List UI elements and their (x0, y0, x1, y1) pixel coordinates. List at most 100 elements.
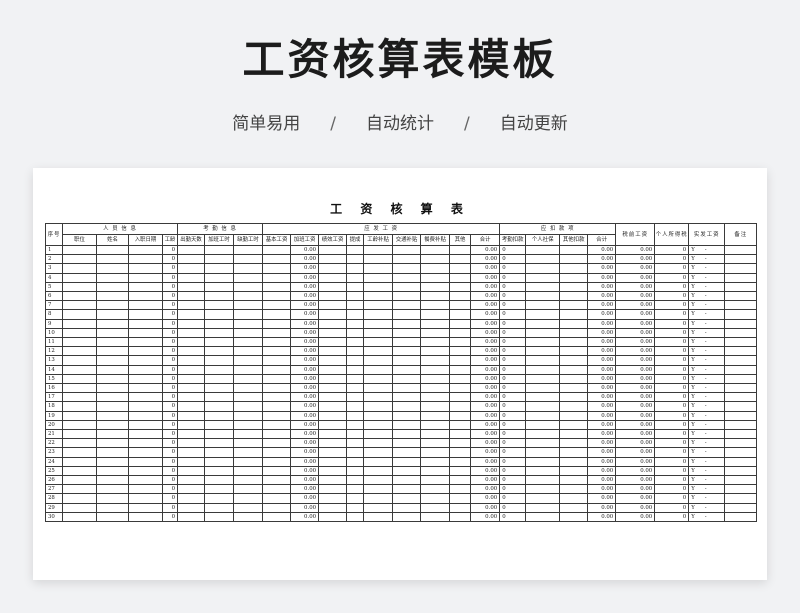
cell-net-pay: Y- (688, 346, 726, 357)
cell-seq: 12 (45, 346, 63, 357)
cell-payable-total: 0.00 (470, 327, 501, 339)
header-deductions: 应 扣 款 项 (499, 223, 617, 235)
cell-name (96, 419, 129, 431)
cell-other-deduction (559, 456, 589, 467)
cell-position (62, 383, 97, 394)
cell-overtime-pay: 0.00 (290, 300, 320, 311)
cell-base-salary (262, 254, 292, 265)
subtitle-item-easy: 简单易用 (232, 114, 301, 134)
cell-income-tax: 0 (654, 502, 690, 513)
cell-position (62, 309, 97, 320)
cell-transport-allowance (392, 401, 422, 412)
cell-name (96, 401, 129, 412)
cell-absence-hours (233, 373, 264, 385)
cell-performance-pay (318, 410, 348, 421)
cell-pretax: 0.00 (615, 364, 656, 375)
cell-attendance-deduction: 0 (499, 438, 527, 449)
cell-deduction-total: 0.00 (587, 475, 617, 486)
subheader-seniority-allowance: 工龄补贴 (363, 234, 394, 246)
cell-net-pay: Y- (688, 465, 726, 477)
cell-net-pay: Y- (688, 484, 726, 495)
cell-overtime-hours (204, 346, 235, 357)
subheader-absence-hours: 缺勤工时 (233, 234, 264, 246)
cell-note (724, 465, 758, 477)
cell-seq: 2 (45, 254, 63, 265)
cell-attendance-days (177, 502, 206, 513)
cell-seniority: 0 (161, 511, 179, 523)
net-pay-value: - (704, 458, 707, 465)
currency-symbol: Y (691, 385, 695, 392)
cell-seniority: 0 (161, 254, 179, 265)
cell-base-salary (262, 272, 292, 283)
subtitle: 简单易用 / 自动统计 / 自动更新 (0, 112, 800, 136)
cell-seq: 18 (45, 401, 63, 412)
table-row: 17 0 0.00 0.00 0 0.00 0.00 0 Y - (45, 392, 758, 403)
currency-symbol: Y (691, 293, 695, 300)
cell-income-tax: 0 (654, 244, 690, 256)
cell-seniority-allowance (363, 511, 394, 523)
cell-base-salary (262, 355, 292, 366)
cell-other (449, 493, 472, 504)
cell-payable-total: 0.00 (470, 465, 501, 477)
spreadsheet-preview: 工 资 核 算 表 序号 人 员 信 息 考 勤 信 息 应 发 工 资 应 扣… (33, 168, 767, 580)
net-pay-value: - (704, 513, 707, 520)
cell-seniority-allowance (363, 309, 394, 320)
table-row: 13 0 0.00 0.00 0 0.00 0.00 0 Y - (45, 355, 758, 366)
cell-overtime-pay: 0.00 (290, 511, 320, 523)
cell-position (62, 410, 97, 421)
cell-overtime-hours (204, 401, 235, 412)
cell-deduction-total: 0.00 (587, 502, 617, 513)
cell-attendance-days (177, 373, 206, 385)
cell-net-pay: Y- (688, 447, 726, 458)
cell-payable-total: 0.00 (470, 447, 501, 458)
cell-seniority-allowance (363, 318, 394, 329)
cell-name (96, 484, 129, 495)
subheader-attendance-deduction: 考勤扣款 (499, 234, 527, 246)
cell-net-pay: Y- (688, 309, 726, 320)
cell-performance-pay (318, 502, 348, 513)
currency-symbol: Y (691, 320, 695, 327)
cell-attendance-days (177, 392, 206, 403)
cell-deduction-total: 0.00 (587, 429, 617, 440)
subtitle-item-auto-stat: 自动统计 (366, 114, 434, 134)
cell-social-insurance (525, 281, 561, 293)
cell-absence-hours (233, 383, 264, 394)
cell-name (96, 291, 129, 302)
cell-pretax: 0.00 (615, 447, 656, 458)
cell-pretax: 0.00 (615, 291, 656, 302)
cell-position (62, 419, 97, 431)
cell-overtime-pay: 0.00 (290, 465, 320, 477)
cell-social-insurance (525, 502, 561, 513)
cell-name (96, 383, 129, 394)
cell-overtime-hours (204, 355, 235, 366)
cell-overtime-pay: 0.00 (290, 401, 320, 412)
cell-note (724, 364, 758, 375)
cell-performance-pay (318, 392, 348, 403)
cell-other-deduction (559, 401, 589, 412)
cell-note (724, 254, 758, 265)
cell-seniority: 0 (161, 263, 179, 274)
currency-symbol: Y (691, 421, 695, 428)
cell-net-pay: Y- (688, 401, 726, 412)
cell-overtime-hours (204, 254, 235, 265)
cell-performance-pay (318, 401, 348, 412)
cell-position (62, 429, 97, 440)
cell-note (724, 401, 758, 412)
cell-net-pay: Y- (688, 327, 726, 339)
subtitle-separator: / (330, 114, 336, 134)
cell-commission (346, 456, 365, 467)
cell-base-salary (262, 244, 292, 256)
cell-other-deduction (559, 337, 589, 348)
cell-seniority: 0 (161, 447, 179, 458)
cell-position (62, 337, 97, 348)
cell-performance-pay (318, 484, 348, 495)
subheader-attendance-days: 出勤天数 (177, 234, 206, 246)
cell-payable-total: 0.00 (470, 300, 501, 311)
currency-symbol: Y (691, 486, 695, 493)
cell-attendance-days (177, 456, 206, 467)
cell-payable-total: 0.00 (470, 355, 501, 366)
cell-meal-allowance (420, 373, 451, 385)
cell-attendance-deduction: 0 (499, 511, 527, 523)
cell-meal-allowance (420, 346, 451, 357)
cell-commission (346, 309, 365, 320)
